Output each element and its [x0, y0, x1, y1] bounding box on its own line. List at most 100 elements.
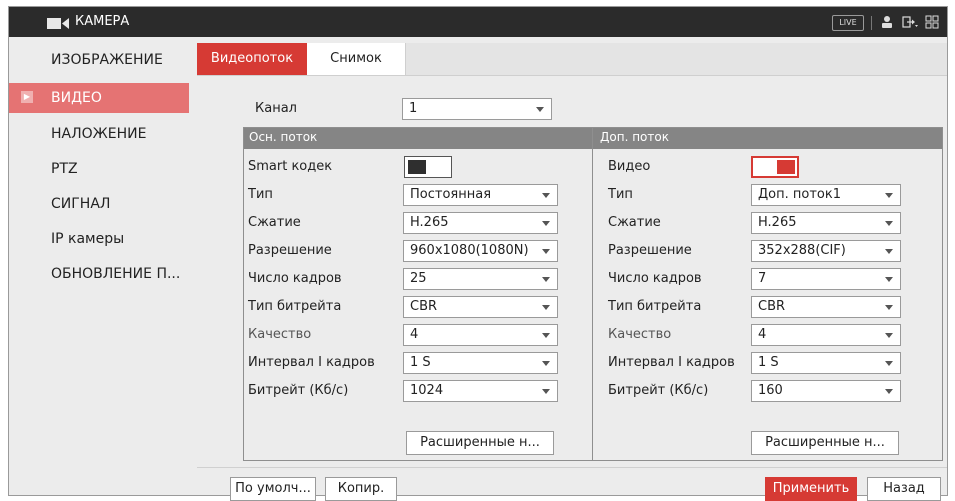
main-bitrate-label: Битрейт (Кб/с) — [248, 383, 349, 398]
main-panel: Видеопоток Снимок Канал 1 Осн. поток Доп… — [197, 43, 947, 501]
sub-bitrate-type-select[interactable]: CBR — [751, 296, 901, 318]
group-header: Осн. поток Доп. поток — [244, 128, 942, 149]
chevron-down-icon — [885, 333, 893, 338]
main-type-label: Тип — [248, 187, 273, 202]
chevron-down-icon — [542, 333, 550, 338]
sub-quality-value: 4 — [758, 327, 767, 342]
main-framerate-select[interactable]: 25 — [403, 268, 558, 290]
channel-select[interactable]: 1 — [402, 98, 552, 120]
menu-grid-icon[interactable] — [925, 15, 939, 29]
sidebar-item-label: ОБНОВЛЕНИЕ П... — [51, 266, 181, 282]
sub-resolution-select[interactable]: 352x288(CIF) — [751, 240, 901, 262]
sidebar-item-video[interactable]: ▶ ВИДЕО — [9, 83, 189, 113]
sub-resolution-value: 352x288(CIF) — [758, 243, 846, 258]
camera-icon — [47, 18, 69, 29]
sub-bitrate-type-label: Тип битрейта — [608, 299, 702, 314]
app-title: КАМЕРА — [75, 14, 130, 29]
back-button[interactable]: Назад — [867, 477, 941, 501]
sidebar-item-label: ИЗОБРАЖЕНИЕ — [51, 52, 163, 68]
smart-codec-toggle[interactable] — [404, 156, 452, 178]
chevron-down-icon — [542, 249, 550, 254]
user-icon[interactable] — [881, 15, 893, 29]
tab-video-stream[interactable]: Видеопоток — [197, 43, 307, 75]
chevron-down-icon — [536, 107, 544, 112]
main-compression-select[interactable]: H.265 — [403, 212, 558, 234]
chevron-down-icon — [885, 193, 893, 198]
main-bitrate-select[interactable]: 1024 — [403, 380, 558, 402]
sub-stream-title: Доп. поток — [600, 130, 669, 144]
sidebar-item-label: IP камеры — [51, 231, 125, 247]
logout-icon[interactable] — [902, 15, 918, 29]
main-type-select[interactable]: Постоянная — [403, 184, 558, 206]
sub-quality-label: Качество — [608, 327, 672, 342]
sidebar-item-ptz[interactable]: PTZ — [9, 154, 189, 184]
main-framerate-label: Число кадров — [248, 271, 342, 286]
stream-settings-group: Осн. поток Доп. поток Smart кодек Тип По… — [243, 127, 943, 461]
tab-bar: Видеопоток Снимок — [197, 43, 947, 76]
copy-button[interactable]: Копир. — [325, 477, 397, 501]
apply-button[interactable]: Применить — [765, 477, 857, 501]
chevron-down-icon — [542, 361, 550, 366]
sub-type-select[interactable]: Доп. поток1 — [751, 184, 901, 206]
sub-bitrate-value: 160 — [758, 383, 783, 398]
sub-compression-label: Сжатие — [608, 215, 661, 230]
title-bar: КАМЕРА LIVE — [9, 7, 947, 37]
sub-type-label: Тип — [608, 187, 633, 202]
sub-iframe-interval-select[interactable]: 1 S — [751, 352, 901, 374]
main-quality-label: Качество — [248, 327, 312, 342]
toolbar-separator — [871, 16, 872, 30]
sub-iframe-interval-value: 1 S — [758, 355, 779, 370]
main-advanced-button[interactable]: Расширенные н... — [406, 431, 554, 455]
sub-bitrate-type-value: CBR — [758, 299, 786, 314]
main-iframe-interval-value: 1 S — [410, 355, 431, 370]
main-compression-label: Сжатие — [248, 215, 301, 230]
sidebar-item-update[interactable]: ОБНОВЛЕНИЕ П... — [9, 259, 189, 289]
chevron-down-icon — [885, 361, 893, 366]
main-stream-title: Осн. поток — [249, 130, 318, 144]
app-window: КАМЕРА LIVE ИЗОБРАЖЕНИЕ ▶ ВИДЕО НАЛОЖЕНИ… — [8, 6, 948, 501]
main-iframe-interval-select[interactable]: 1 S — [403, 352, 558, 374]
toggle-knob — [408, 160, 426, 174]
sidebar-item-ip-cameras[interactable]: IP камеры — [9, 224, 189, 254]
chevron-down-icon — [885, 221, 893, 226]
sub-compression-value: H.265 — [758, 215, 797, 230]
sub-iframe-interval-label: Интервал I кадров — [608, 355, 735, 370]
sidebar-item-signal[interactable]: СИГНАЛ — [9, 189, 189, 219]
main-quality-value: 4 — [410, 327, 419, 342]
sidebar-item-overlay[interactable]: НАЛОЖЕНИЕ — [9, 119, 189, 149]
footer-divider — [197, 467, 947, 468]
sub-framerate-select[interactable]: 7 — [751, 268, 901, 290]
sub-bitrate-label: Битрейт (Кб/с) — [608, 383, 709, 398]
live-button[interactable]: LIVE — [832, 15, 864, 31]
main-framerate-value: 25 — [410, 271, 427, 286]
smart-codec-label: Smart кодек — [248, 159, 333, 174]
sidebar-item-label: НАЛОЖЕНИЕ — [51, 126, 147, 142]
sidebar-item-label: СИГНАЛ — [51, 196, 111, 212]
sub-video-toggle[interactable] — [751, 156, 799, 178]
tab-snapshot[interactable]: Снимок — [307, 43, 406, 75]
sub-video-label: Видео — [608, 159, 651, 174]
column-divider — [592, 128, 593, 460]
main-bitrate-type-label: Тип битрейта — [248, 299, 342, 314]
default-button[interactable]: По умолч... — [230, 477, 316, 501]
sidebar-item-image[interactable]: ИЗОБРАЖЕНИЕ — [9, 45, 189, 75]
chevron-down-icon — [885, 249, 893, 254]
sub-type-value: Доп. поток1 — [758, 187, 841, 202]
sub-advanced-button[interactable]: Расширенные н... — [751, 431, 899, 455]
main-resolution-value: 960x1080(1080N) — [410, 243, 529, 258]
chevron-down-icon — [885, 305, 893, 310]
main-iframe-interval-label: Интервал I кадров — [248, 355, 375, 370]
channel-label: Канал — [255, 101, 297, 116]
main-bitrate-type-select[interactable]: CBR — [403, 296, 558, 318]
sub-bitrate-select[interactable]: 160 — [751, 380, 901, 402]
sidebar-item-label: PTZ — [51, 161, 78, 177]
main-quality-select[interactable]: 4 — [403, 324, 558, 346]
sidebar-item-label: ВИДЕО — [51, 90, 102, 106]
chevron-down-icon — [885, 389, 893, 394]
sub-quality-select[interactable]: 4 — [751, 324, 901, 346]
chevron-down-icon — [542, 389, 550, 394]
sub-framerate-label: Число кадров — [608, 271, 702, 286]
main-resolution-select[interactable]: 960x1080(1080N) — [403, 240, 558, 262]
sub-resolution-label: Разрешение — [608, 243, 692, 258]
sub-compression-select[interactable]: H.265 — [751, 212, 901, 234]
